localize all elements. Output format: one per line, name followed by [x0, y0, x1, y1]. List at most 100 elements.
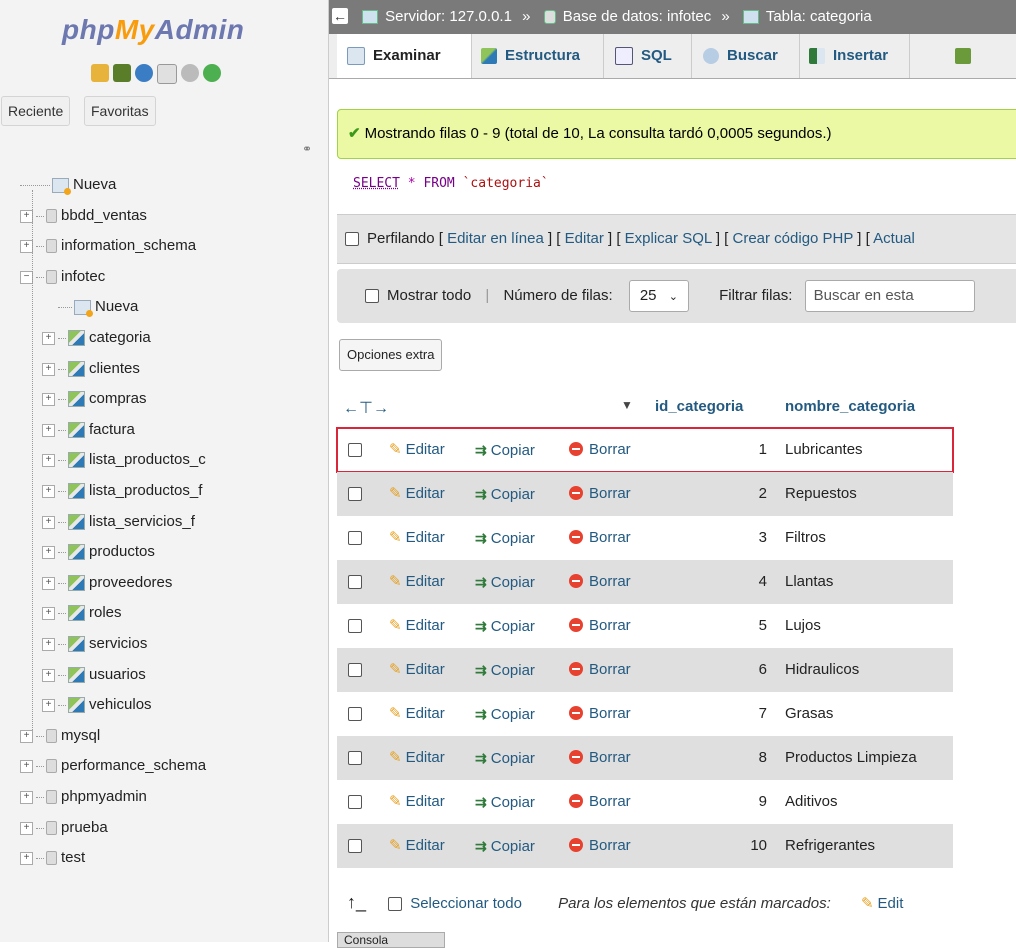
- tree-item-bbdd-ventas[interactable]: + bbdd_ventas: [20, 203, 147, 229]
- row-checkbox[interactable]: [348, 663, 362, 677]
- edit-row-button[interactable]: ✎ Editar: [389, 472, 445, 516]
- tab-structure[interactable]: Estructura: [471, 34, 604, 78]
- sort-icon[interactable]: ▼: [621, 398, 633, 412]
- refresh-link[interactable]: Actual: [873, 230, 915, 247]
- rows-per-page-select[interactable]: 25 ⌄: [628, 280, 689, 313]
- filter-rows-input[interactable]: Buscar en esta: [804, 280, 975, 313]
- tree-item-roles[interactable]: + roles: [42, 600, 122, 626]
- tree-item-lista-servicios-f[interactable]: + lista_servicios_f: [42, 509, 195, 535]
- select-all-checkbox[interactable]: [388, 897, 403, 912]
- tree-item-phpmyadmin[interactable]: + phpmyadmin: [20, 784, 147, 810]
- cell-name[interactable]: Lubricantes: [785, 428, 863, 472]
- console-toggle[interactable]: Consola: [337, 932, 445, 948]
- copy-row-button[interactable]: ⇉ Copiar: [475, 428, 535, 473]
- expand-icon[interactable]: +: [20, 729, 33, 743]
- row-checkbox[interactable]: [348, 751, 362, 765]
- tree-item-prueba[interactable]: + prueba: [20, 815, 108, 841]
- cell-name[interactable]: Llantas: [785, 560, 833, 604]
- cell-name[interactable]: Lujos: [785, 604, 821, 648]
- collapse-sidebar-icon[interactable]: ←: [332, 8, 348, 24]
- row-checkbox[interactable]: [348, 531, 362, 545]
- row-checkbox[interactable]: [348, 619, 362, 633]
- tab-insert[interactable]: Insertar: [799, 34, 910, 78]
- tab-search[interactable]: Buscar: [693, 34, 800, 78]
- delete-row-button[interactable]: Borrar: [569, 516, 631, 560]
- help-icon[interactable]: [135, 64, 153, 82]
- tree-item-compras[interactable]: + compras: [42, 386, 147, 412]
- home-icon[interactable]: [91, 64, 109, 82]
- tab-sql[interactable]: SQL: [605, 34, 692, 78]
- table-row[interactable]: ✎ Editar ⇉ Copiar Borrar 9 Aditivos: [337, 780, 953, 824]
- breadcrumb-table[interactable]: Tabla: categoria: [766, 8, 872, 25]
- expand-icon[interactable]: +: [42, 331, 55, 345]
- expand-icon[interactable]: +: [42, 515, 55, 529]
- copy-row-button[interactable]: ⇉ Copiar: [475, 516, 535, 561]
- copy-row-button[interactable]: ⇉ Copiar: [475, 472, 535, 517]
- row-checkbox[interactable]: [348, 795, 362, 809]
- expand-icon[interactable]: +: [20, 759, 33, 773]
- cell-name[interactable]: Productos Limpieza: [785, 736, 917, 780]
- cell-name[interactable]: Refrigerantes: [785, 824, 875, 868]
- create-php-code-link[interactable]: Crear código PHP: [733, 230, 854, 247]
- edit-row-button[interactable]: ✎ Editar: [389, 604, 445, 648]
- cell-id[interactable]: 5: [697, 604, 767, 648]
- cell-id[interactable]: 8: [697, 736, 767, 780]
- edit-row-button[interactable]: ✎ Editar: [389, 428, 445, 472]
- expand-icon[interactable]: +: [42, 484, 55, 498]
- delete-row-button[interactable]: Borrar: [569, 560, 631, 604]
- table-row[interactable]: ✎ Editar ⇉ Copiar Borrar 7 Grasas: [337, 692, 953, 736]
- sql-query[interactable]: SELECT * FROM `categoria`: [353, 176, 549, 191]
- table-row[interactable]: ✎ Editar ⇉ Copiar Borrar 4 Llantas: [337, 560, 953, 604]
- delete-row-button[interactable]: Borrar: [569, 472, 631, 516]
- expand-icon[interactable]: +: [42, 362, 55, 376]
- breadcrumb-server[interactable]: Servidor: 127.0.0.1: [385, 8, 512, 25]
- expand-icon[interactable]: +: [20, 851, 33, 865]
- docs-icon[interactable]: [157, 64, 177, 84]
- cell-name[interactable]: Grasas: [785, 692, 833, 736]
- copy-row-button[interactable]: ⇉ Copiar: [475, 604, 535, 649]
- recent-button[interactable]: Reciente: [1, 96, 71, 126]
- cell-id[interactable]: 10: [697, 824, 767, 868]
- cell-id[interactable]: 9: [697, 780, 767, 824]
- tree-item-productos[interactable]: + productos: [42, 539, 155, 565]
- edit-row-button[interactable]: ✎ Editar: [389, 736, 445, 780]
- expand-icon[interactable]: +: [42, 392, 55, 406]
- cell-name[interactable]: Repuestos: [785, 472, 857, 516]
- copy-row-button[interactable]: ⇉ Copiar: [475, 736, 535, 781]
- table-row[interactable]: ✎ Editar ⇉ Copiar Borrar 10 Refrigerantes: [337, 824, 953, 868]
- tree-item-factura[interactable]: + factura: [42, 417, 135, 443]
- cell-name[interactable]: Hidraulicos: [785, 648, 859, 692]
- expand-icon[interactable]: +: [20, 821, 33, 835]
- copy-row-button[interactable]: ⇉ Copiar: [475, 692, 535, 737]
- tree-item-Nueva[interactable]: Nueva: [42, 294, 138, 320]
- row-checkbox[interactable]: [348, 707, 362, 721]
- cell-name[interactable]: Aditivos: [785, 780, 838, 824]
- column-header-id[interactable]: id_categoria: [655, 398, 743, 415]
- bulk-edit-button[interactable]: Edit: [878, 895, 904, 912]
- extra-options-button[interactable]: Opciones extra: [339, 339, 443, 371]
- settings-icon[interactable]: [181, 64, 199, 82]
- tree-item-Nueva[interactable]: Nueva: [20, 172, 116, 198]
- row-checkbox[interactable]: [348, 443, 362, 457]
- tree-item-performance-schema[interactable]: + performance_schema: [20, 753, 206, 779]
- profiling-checkbox[interactable]: [345, 232, 359, 247]
- cell-id[interactable]: 3: [697, 516, 767, 560]
- delete-row-button[interactable]: Borrar: [569, 648, 631, 692]
- table-row[interactable]: ✎ Editar ⇉ Copiar Borrar 8 Productos Limpieza: [337, 736, 953, 780]
- tab-export[interactable]: [945, 34, 1015, 78]
- row-checkbox[interactable]: [348, 839, 362, 853]
- copy-row-button[interactable]: ⇉ Copiar: [475, 780, 535, 825]
- edit-query-link[interactable]: Editar: [565, 230, 604, 247]
- table-row[interactable]: ✎ Editar ⇉ Copiar Borrar 3 Filtros: [337, 516, 953, 560]
- column-header-name[interactable]: nombre_categoria: [785, 398, 915, 415]
- cell-name[interactable]: Filtros: [785, 516, 826, 560]
- reload-icon[interactable]: [203, 64, 221, 82]
- copy-row-button[interactable]: ⇉ Copiar: [475, 648, 535, 693]
- table-row[interactable]: ✎ Editar ⇉ Copiar Borrar 6 Hidraulicos: [337, 648, 953, 692]
- edit-row-button[interactable]: ✎ Editar: [389, 648, 445, 692]
- cell-id[interactable]: 4: [697, 560, 767, 604]
- expand-icon[interactable]: +: [42, 637, 55, 651]
- expand-icon[interactable]: +: [42, 606, 55, 620]
- tab-browse[interactable]: Examinar: [337, 34, 472, 78]
- expand-icon[interactable]: +: [42, 698, 55, 712]
